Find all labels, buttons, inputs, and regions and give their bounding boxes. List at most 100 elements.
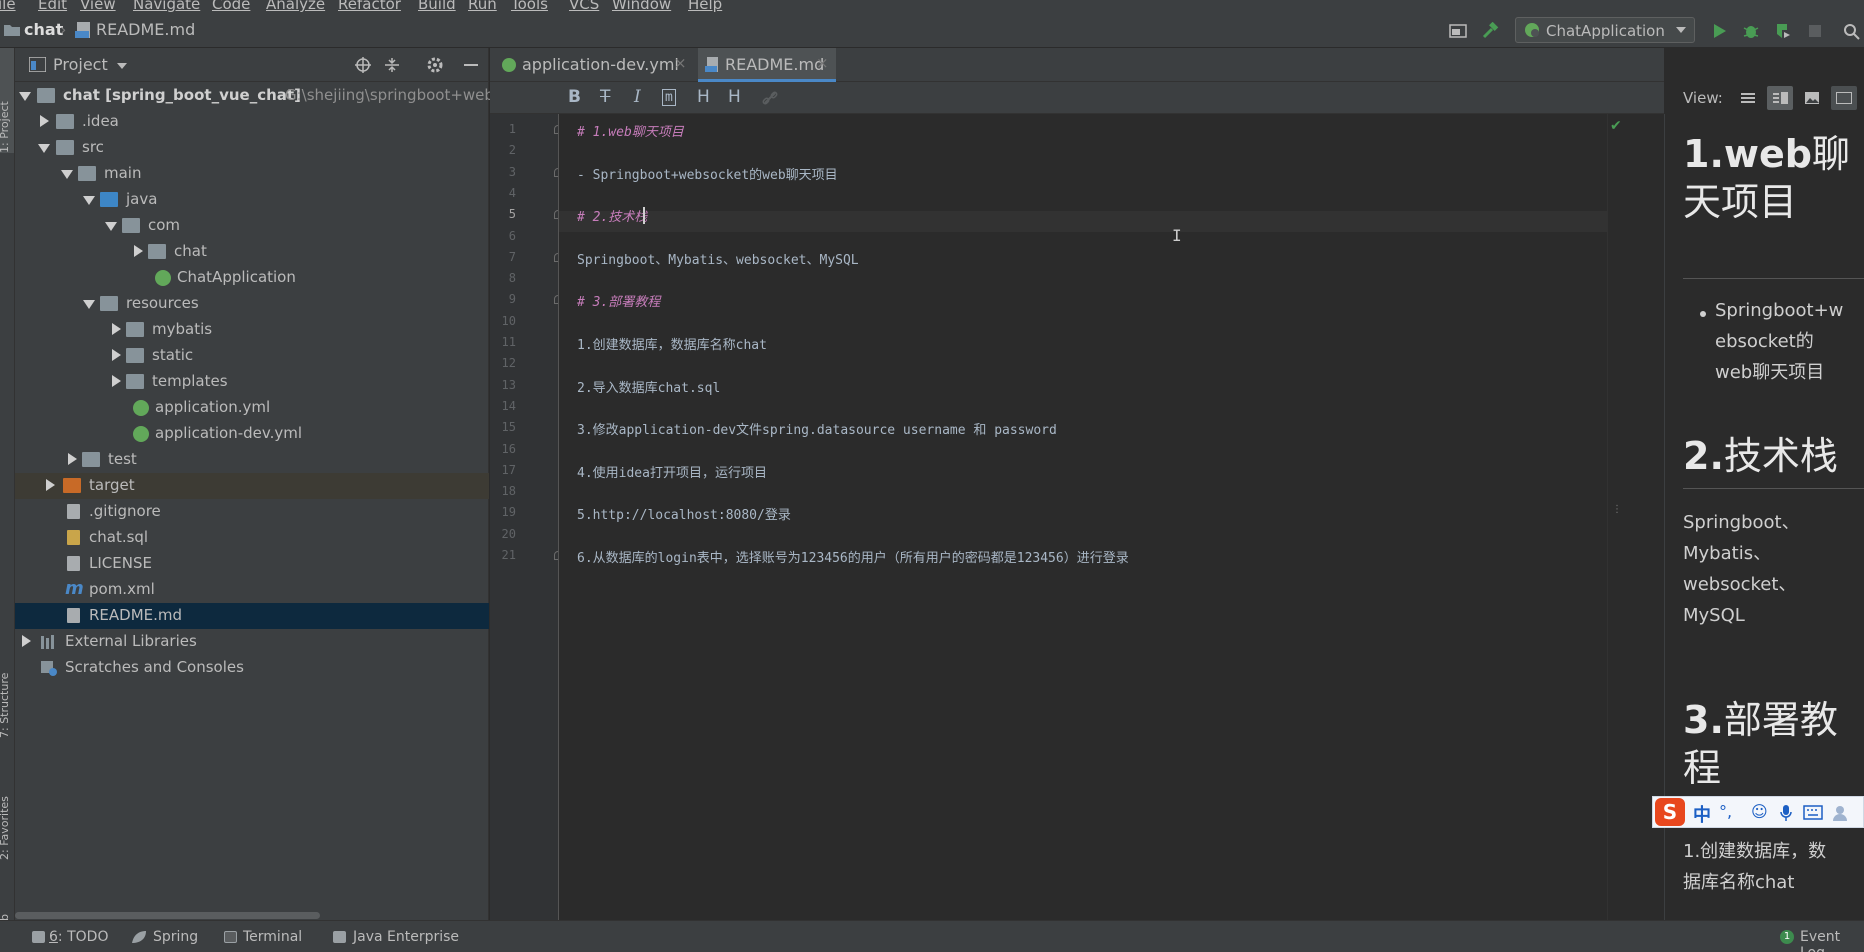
expanded-arrow-icon[interactable]: [105, 222, 117, 231]
close-icon[interactable]: ×: [674, 54, 687, 72]
split-view-button[interactable]: [1767, 86, 1793, 110]
tree-item-java[interactable]: java: [15, 187, 489, 213]
increase-header-button[interactable]: H: [728, 87, 741, 107]
tree-item-gitignore[interactable]: .gitignore: [15, 499, 489, 525]
gear-icon[interactable]: [426, 56, 444, 74]
tree-item-readme-md[interactable]: README.md: [15, 603, 489, 629]
menu-tools[interactable]: Tools: [511, 0, 548, 12]
tool-label-project[interactable]: 1: Project: [0, 101, 11, 153]
menu-edit[interactable]: Edit: [38, 0, 67, 12]
ime-punctuation-toggle[interactable]: °,: [1719, 802, 1732, 821]
stop-icon[interactable]: [1806, 22, 1824, 40]
emoji-icon[interactable]: ☺: [1751, 802, 1768, 821]
link-icon[interactable]: [762, 90, 778, 106]
decrease-header-button[interactable]: H: [697, 87, 710, 107]
strikethrough-button[interactable]: T: [600, 87, 610, 107]
tree-item-static[interactable]: static: [15, 343, 489, 369]
tree-row-root[interactable]: chat [spring_boot_vue_chat] G:\shejiing\…: [15, 83, 494, 109]
project-panel-title[interactable]: Project: [53, 55, 108, 74]
tool-label-structure[interactable]: 7: Structure: [0, 673, 11, 738]
tree-item-resources[interactable]: resources: [15, 291, 489, 317]
tree-item-mybatis[interactable]: mybatis: [15, 317, 489, 343]
breadcrumb-file[interactable]: README.md: [96, 20, 195, 39]
tree-item-main[interactable]: main: [15, 161, 489, 187]
breadcrumb-project[interactable]: chat: [24, 20, 63, 39]
user-icon[interactable]: [1831, 804, 1849, 822]
tree-item-com[interactable]: com: [15, 213, 489, 239]
collapsed-arrow-icon[interactable]: [68, 453, 77, 465]
menu-help[interactable]: Help: [688, 0, 722, 12]
menu-analyze[interactable]: Analyze: [266, 0, 325, 12]
tree-item-application-dev-yml[interactable]: application-dev.yml: [15, 421, 489, 447]
collapsed-arrow-icon[interactable]: [46, 479, 55, 491]
locate-icon[interactable]: [354, 56, 372, 74]
coverage-icon[interactable]: [1774, 22, 1792, 40]
tree-item-idea[interactable]: .idea: [15, 109, 489, 135]
ime-mode-toggle[interactable]: 中: [1693, 801, 1711, 827]
collapsed-arrow-icon[interactable]: [112, 323, 121, 335]
run-configuration-select[interactable]: ChatApplication: [1515, 17, 1695, 43]
resize-handle-icon[interactable]: ⋮: [1612, 504, 1622, 515]
layout-toggle-button[interactable]: [1831, 86, 1857, 110]
collapsed-arrow-icon[interactable]: [112, 375, 121, 387]
expanded-arrow-icon[interactable]: [83, 300, 95, 309]
menu-build[interactable]: Build: [418, 0, 456, 12]
tree-item-license[interactable]: LICENSE: [15, 551, 489, 577]
tree-item-test[interactable]: test: [15, 447, 489, 473]
terminal-tool-button[interactable]: Terminal: [243, 929, 302, 945]
collapsed-arrow-icon[interactable]: [134, 245, 143, 257]
menu-refactor[interactable]: Refactor: [338, 0, 401, 12]
spring-tool-button[interactable]: Spring: [153, 929, 198, 945]
tree-item-chat-package[interactable]: chat: [15, 239, 489, 265]
todo-tool-button[interactable]: 6: TODO: [49, 929, 108, 945]
tree-item-templates[interactable]: templates: [15, 369, 489, 395]
tab-application-dev-yml[interactable]: application-dev.yml ×: [492, 48, 687, 82]
collapsed-arrow-icon[interactable]: [112, 349, 121, 361]
menu-vcs[interactable]: VCS: [569, 0, 599, 12]
menu-file[interactable]: ile: [0, 0, 16, 12]
debug-icon[interactable]: [1742, 22, 1760, 40]
keyboard-icon[interactable]: [1803, 805, 1823, 820]
tree-item-application-yml[interactable]: application.yml: [15, 395, 489, 421]
window-icon[interactable]: [1449, 22, 1467, 40]
collapsed-arrow-icon[interactable]: [40, 115, 49, 127]
sogou-logo[interactable]: S: [1655, 798, 1685, 826]
collapsed-arrow-icon[interactable]: [22, 635, 31, 647]
tree-item-external-libraries[interactable]: External Libraries: [15, 629, 489, 655]
italic-button[interactable]: I: [634, 87, 641, 107]
tree-item-target[interactable]: target: [15, 473, 489, 499]
tree-item-chat-sql[interactable]: chat.sql: [15, 525, 489, 551]
expanded-arrow-icon[interactable]: [61, 170, 73, 179]
minimize-icon[interactable]: [462, 56, 480, 74]
tree-item-src[interactable]: src: [15, 135, 489, 161]
build-hammer-icon[interactable]: [1481, 22, 1499, 40]
collapse-all-icon[interactable]: [383, 56, 401, 74]
menu-code[interactable]: Code: [212, 0, 250, 12]
run-icon[interactable]: [1710, 22, 1728, 40]
editor-scrollbar[interactable]: ✔ ⋮: [1607, 114, 1624, 920]
code-editor[interactable]: # 1.web聊天项目 - Springboot+websocket的web聊天项…: [559, 114, 1607, 920]
expanded-arrow-icon[interactable]: [38, 144, 50, 153]
code-span-button[interactable]: m: [662, 89, 676, 106]
close-icon[interactable]: ×: [816, 54, 829, 72]
java-enterprise-tool-button[interactable]: Java Enterprise: [353, 929, 459, 945]
tab-readme-md[interactable]: README.md ×: [698, 48, 836, 82]
search-icon[interactable]: [1842, 22, 1860, 40]
horizontal-scrollbar[interactable]: [15, 912, 320, 919]
chevron-down-icon[interactable]: [117, 63, 127, 69]
menu-navigate[interactable]: Navigate: [133, 0, 200, 12]
editor-only-view-button[interactable]: [1735, 86, 1761, 110]
tree-item-chatapplication[interactable]: ChatApplication: [15, 265, 489, 291]
bold-button[interactable]: B: [568, 87, 581, 107]
menu-window[interactable]: Window: [612, 0, 671, 12]
expanded-arrow-icon[interactable]: [83, 196, 95, 205]
menu-run[interactable]: Run: [468, 0, 497, 12]
tool-label-favorites[interactable]: 2: Favorites: [0, 796, 11, 860]
tree-item-pom-xml[interactable]: m pom.xml: [15, 577, 489, 603]
tree-item-scratches[interactable]: Scratches and Consoles: [15, 655, 489, 681]
menu-view[interactable]: View: [80, 0, 116, 12]
preview-only-view-button[interactable]: [1799, 86, 1825, 110]
microphone-icon[interactable]: [1779, 804, 1793, 822]
event-log-button[interactable]: Event Log: [1800, 929, 1864, 952]
expanded-arrow-icon[interactable]: [19, 92, 31, 101]
